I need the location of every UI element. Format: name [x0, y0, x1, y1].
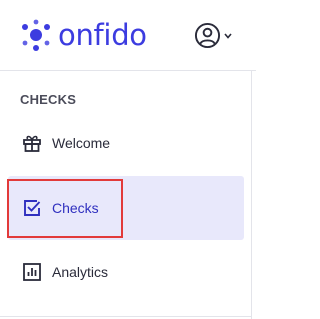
sidebar-item-label: Analytics [52, 264, 109, 280]
checkbox-icon [24, 200, 41, 216]
gift-icon [23, 135, 41, 152]
brand-name: onfido [58, 17, 147, 52]
sidebar-border [251, 70, 252, 319]
sidebar-item-label: Checks [52, 200, 99, 216]
sidebar-bottom-divider [0, 316, 251, 317]
chevron-down-icon [224, 32, 232, 39]
sidebar-section-title: CHECKS [20, 92, 77, 107]
header-divider [0, 70, 256, 71]
user-circle-icon [194, 22, 221, 49]
app-header: onfido [0, 0, 256, 70]
sidebar-item-welcome[interactable]: Welcome [8, 111, 244, 175]
user-menu-button[interactable] [194, 22, 232, 49]
onfido-logo-icon [22, 19, 50, 51]
sidebar-item-checks[interactable]: Checks [8, 176, 244, 240]
sidebar-item-label: Welcome [52, 135, 111, 151]
bar-chart-icon [23, 263, 41, 281]
sidebar-item-analytics[interactable]: Analytics [8, 240, 244, 304]
onfido-logo[interactable]: onfido [18, 17, 147, 53]
